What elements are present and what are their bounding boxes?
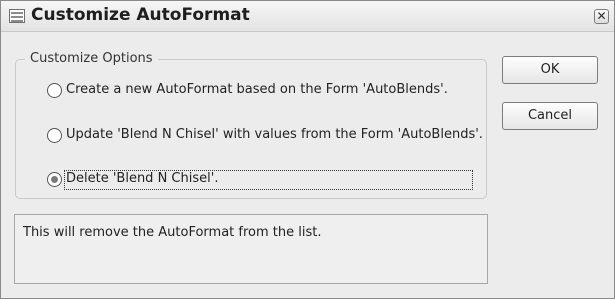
radio-button-icon[interactable] xyxy=(47,172,62,187)
focus-rectangle xyxy=(64,170,473,190)
radio-button-icon[interactable] xyxy=(47,83,62,98)
description-box: This will remove the AutoFormat from the… xyxy=(14,214,488,284)
window-title: Customize AutoFormat xyxy=(31,5,250,25)
customize-autoformat-dialog: Customize AutoFormat ✕ Customize Options… xyxy=(0,0,615,299)
title-bar[interactable]: Customize AutoFormat ✕ xyxy=(1,1,614,32)
form-icon xyxy=(9,9,25,23)
radio-option-label: Update 'Blend N Chisel' with values from… xyxy=(66,127,483,142)
group-legend: Customize Options xyxy=(25,51,158,66)
radio-button-icon[interactable] xyxy=(47,128,62,143)
description-text: This will remove the AutoFormat from the… xyxy=(23,225,322,240)
ok-button[interactable]: OK xyxy=(502,56,598,84)
radio-option-label: Create a new AutoFormat based on the For… xyxy=(66,82,448,97)
close-icon[interactable]: ✕ xyxy=(594,9,609,24)
cancel-button[interactable]: Cancel xyxy=(502,102,598,130)
